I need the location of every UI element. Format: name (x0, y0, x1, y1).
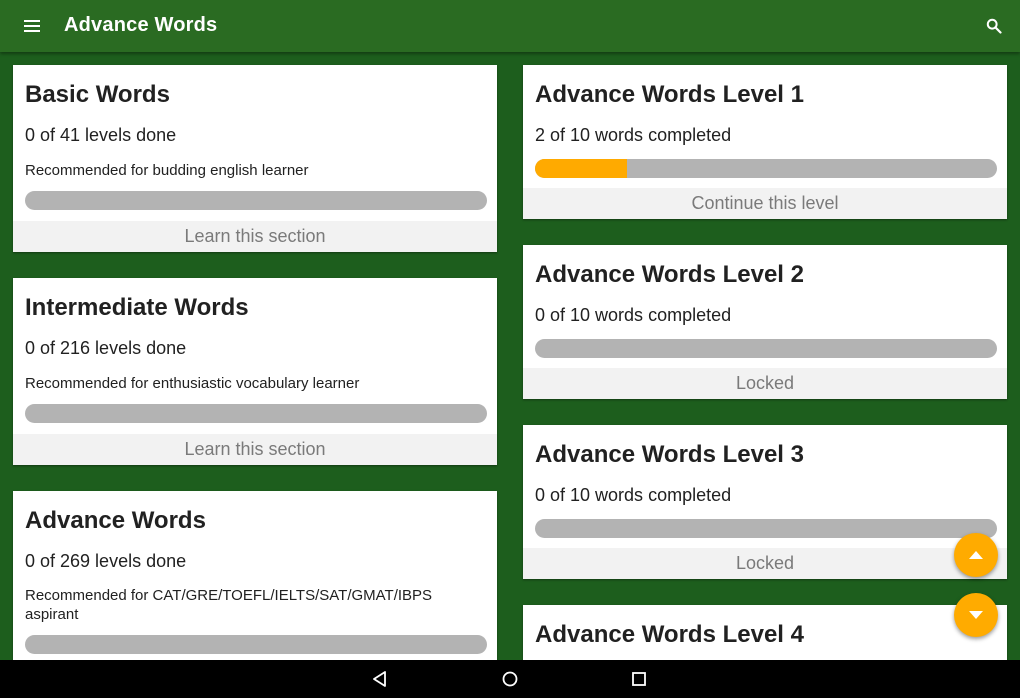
section-progress-bar (25, 635, 487, 654)
back-icon[interactable] (371, 670, 389, 688)
level-progress-text: 2 of 10 words completed (535, 125, 732, 145)
app-title: Advance Words (64, 14, 218, 36)
search-icon[interactable] (986, 18, 1002, 34)
level-title: Advance Words Level 1 (535, 81, 804, 108)
level-card-4: Advance Words Level 4 (523, 605, 1007, 660)
level-card-1: Advance Words Level 1 2 of 10 words comp… (523, 65, 1007, 219)
locked-level-button[interactable]: Locked (523, 548, 1007, 579)
locked-level-button[interactable]: Locked (523, 368, 1007, 399)
section-progress-bar (25, 191, 487, 210)
scroll-down-button[interactable] (954, 593, 998, 637)
section-progress-text: 0 of 216 levels done (25, 338, 187, 358)
level-title: Advance Words Level 3 (535, 441, 804, 468)
section-title: Basic Words (25, 81, 170, 108)
recents-icon[interactable] (630, 670, 648, 688)
section-progress-bar (25, 404, 487, 423)
level-card-2: Advance Words Level 2 0 of 10 words comp… (523, 245, 1007, 399)
home-icon[interactable] (501, 670, 519, 688)
learn-section-button[interactable]: Learn this section (13, 221, 497, 252)
level-progress-text: 0 of 10 words completed (535, 485, 732, 505)
level-card-3: Advance Words Level 3 0 of 10 words comp… (523, 425, 1007, 579)
section-description: Recommended for budding english learner (25, 162, 309, 179)
content-area: Basic Words 0 of 41 levels done Recommen… (0, 52, 1020, 660)
section-card-intermediate: Intermediate Words 0 of 216 levels done … (13, 278, 497, 465)
chevron-down-icon (969, 611, 983, 619)
section-description: Recommended for CAT/GRE/TOEFL/IELTS/SAT/… (25, 587, 433, 623)
menu-icon[interactable] (24, 20, 40, 32)
section-progress-text: 0 of 269 levels done (25, 551, 187, 571)
section-card-basic: Basic Words 0 of 41 levels done Recommen… (13, 65, 497, 252)
level-progress-bar (535, 159, 997, 178)
app-bar: Advance Words (0, 0, 1020, 52)
level-title: Advance Words Level 2 (535, 261, 804, 288)
scroll-up-button[interactable] (954, 533, 998, 577)
level-progress-bar (535, 519, 997, 538)
learn-section-button[interactable]: Learn this section (13, 434, 497, 465)
level-title: Advance Words Level 4 (535, 621, 804, 648)
section-title: Advance Words (25, 507, 206, 534)
section-title: Intermediate Words (25, 294, 249, 321)
section-progress-text: 0 of 41 levels done (25, 125, 177, 145)
section-card-advance: Advance Words 0 of 269 levels done Recom… (13, 491, 497, 660)
continue-level-button[interactable]: Continue this level (523, 188, 1007, 219)
section-description: Recommended for enthusiastic vocabulary … (25, 375, 360, 392)
level-progress-bar (535, 339, 997, 358)
level-progress-text: 0 of 10 words completed (535, 305, 732, 325)
chevron-up-icon (969, 551, 983, 559)
system-nav-bar (0, 660, 1020, 698)
